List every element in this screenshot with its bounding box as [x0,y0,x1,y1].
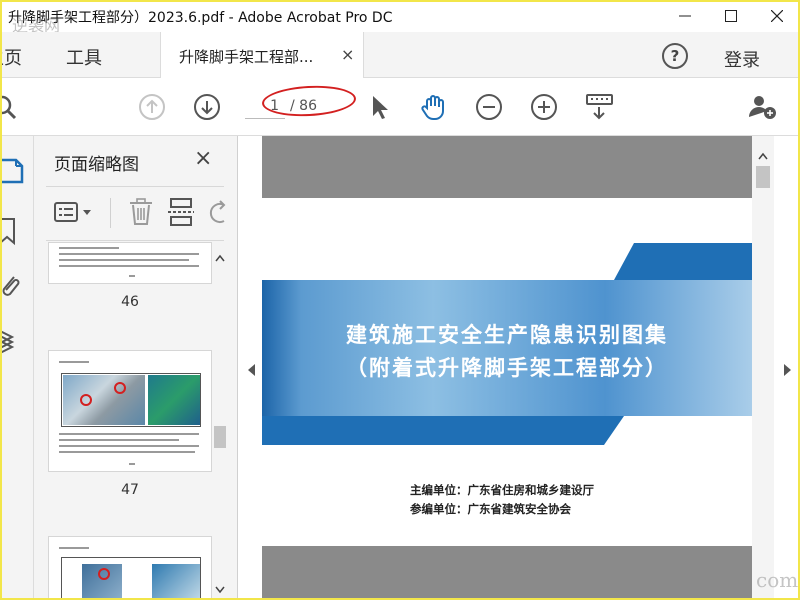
share-user-icon[interactable] [748,93,776,121]
document-tab[interactable]: 升降脚手架工程部... × [160,32,364,78]
document-scrollbar[interactable] [752,136,774,600]
thumb-photo [152,564,200,599]
thumb-text-line [59,445,199,447]
trash-icon[interactable] [128,198,154,230]
thumb-red-circle [114,382,126,394]
insert-page-icon[interactable] [168,198,196,230]
pdf-cover-page: 建筑施工安全生产隐患识别图集 （附着式升降脚手架工程部分） 主编单位：广东省住房… [262,198,752,546]
close-window-button[interactable] [754,0,800,32]
fit-page-icon[interactable] [585,93,613,121]
watermark-text: com [756,568,799,592]
thumbnail-toolbar [50,198,230,228]
document-view[interactable]: 建筑施工安全生产隐患识别图集 （附着式升降脚手架工程部分） 主编单位：广东省住房… [238,136,800,600]
attachments-icon[interactable] [2,271,28,301]
home-link[interactable]: 主页 [0,44,22,70]
scroll-up-icon[interactable] [215,254,225,262]
tab-bar: 主页 工具 升降脚手架工程部... × ? 登录 [0,32,800,78]
thumbnail-options-icon[interactable] [54,200,94,230]
minimize-button[interactable] [662,0,708,32]
document-scrollbar-thumb[interactable] [756,166,770,188]
thumb-text-line [59,253,199,255]
thumb-red-circle [80,394,92,406]
thumb-text-line [129,463,135,465]
title-bar: 升降脚手架工程部分）2023.6.pdf - Adobe Acrobat Pro… [0,0,800,35]
help-button[interactable]: ? [662,43,688,69]
minimize-icon [679,15,691,17]
thumb-text-line [59,547,89,549]
maximize-icon [725,10,737,22]
thumbnail-scrollbar[interactable] [212,246,228,600]
divider [46,240,224,241]
thumbnail-panel: 页面缩略图 × 46 47 [34,136,238,600]
divider [46,186,224,187]
page-thumbnails-icon[interactable] [0,156,28,186]
toolbar: 1 / 86 [0,78,800,136]
login-button[interactable]: 登录 [724,46,760,72]
thumb-text-line [129,275,135,277]
next-page-edge [262,546,752,600]
editor-line2: 参编单位：广东省建筑安全协会 [410,502,571,516]
thumb-text-line [59,259,189,261]
editor-line1: 主编单位：广东省住房和城乡建设厅 [410,483,594,497]
thumbnail-page-number: 46 [121,294,139,310]
thumbnail-page-46[interactable] [48,242,212,284]
thumb-image-frame [61,373,201,427]
navigation-pane-strip [0,136,34,600]
thumb-text-line [59,433,199,435]
thumbnail-page-48[interactable] [48,536,212,600]
scroll-up-icon[interactable] [758,152,768,160]
rotate-icon[interactable] [208,200,230,230]
thumb-text-line [59,361,89,363]
cover-title-line1: 建筑施工安全生产隐患识别图集 [346,323,668,347]
zoom-out-icon[interactable] [475,93,503,121]
document-tab-label: 升降脚手架工程部... [179,48,314,66]
thumb-text-line [59,247,119,249]
previous-page-icon[interactable] [138,93,166,121]
thumbnail-scrollbar-thumb[interactable] [214,426,226,448]
maximize-button[interactable] [708,0,754,32]
hand-tool-icon[interactable] [420,93,448,121]
thumb-text-line [59,265,199,267]
select-cursor-icon[interactable] [366,93,394,121]
close-icon [771,10,783,22]
next-page-icon[interactable] [193,93,221,121]
thumbnail-panel-close-icon[interactable]: × [194,146,212,171]
thumb-photo [148,375,200,425]
thumb-image-frame [61,557,201,599]
previous-page-edge [262,136,752,198]
bookmarks-icon[interactable] [0,216,28,246]
thumb-text-line [59,451,195,453]
thumbnail-page-number: 47 [121,482,139,498]
document-tab-close-icon[interactable]: × [341,45,354,64]
search-icon[interactable] [0,93,18,121]
expand-right-pane-icon[interactable] [784,364,791,376]
thumbnail-panel-title: 页面缩略图 [54,155,139,175]
cover-title-line2: （附着式升降脚手架工程部分） [346,356,668,380]
thumbnail-page-47[interactable] [48,350,212,472]
scroll-down-icon[interactable] [215,586,225,594]
window-title: 升降脚手架工程部分）2023.6.pdf - Adobe Acrobat Pro… [8,10,393,26]
thumb-photo [63,375,145,425]
thumb-red-circle [98,568,110,580]
layers-icon[interactable] [0,328,28,358]
thumb-text-line [59,439,179,441]
tools-link[interactable]: 工具 [66,44,102,70]
zoom-in-icon[interactable] [530,93,558,121]
divider [110,198,111,228]
collapse-left-pane-icon[interactable] [248,364,255,376]
